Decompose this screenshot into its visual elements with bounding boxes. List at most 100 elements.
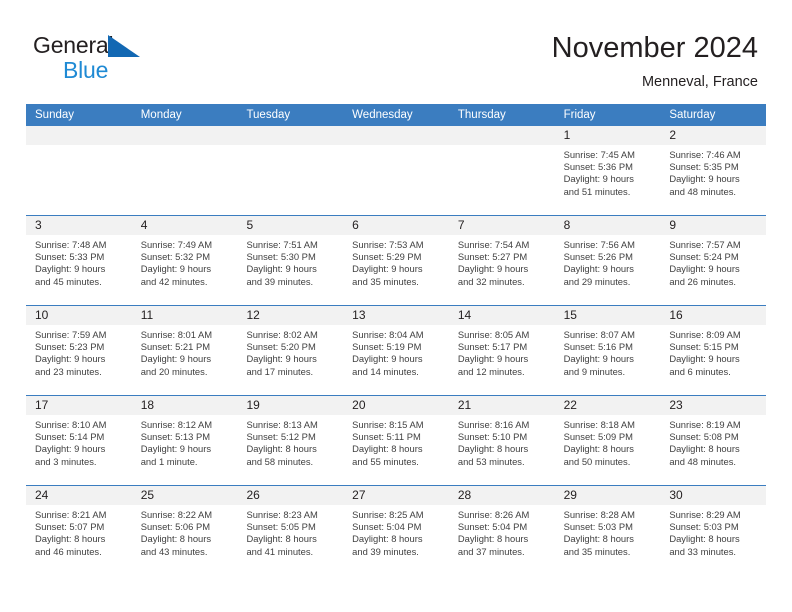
daylight-text-line2: and 53 minutes.: [457, 455, 525, 467]
daylight-text-line1: Daylight: 9 hours: [457, 353, 529, 365]
calendar-day-cell[interactable]: 12 Sunrise: 8:02 AM Sunset: 5:20 PM Dayligh…: [237, 306, 344, 395]
calendar-day-cell[interactable]: 16 Sunrise: 8:09 AM Sunset: 5:15 PM Dayligh…: [660, 306, 767, 395]
day-number: 30: [669, 488, 683, 502]
sunset-text: Sunset: 5:04 PM: [352, 521, 422, 533]
calendar-day-cell[interactable]: 3 Sunrise: 7:48 AM Sunset: 5:33 PM Daylight…: [26, 216, 132, 305]
calendar-week-row: 24 Sunrise: 8:21 AM Sunset: 5:07 PM Dayligh…: [26, 486, 767, 576]
day-number-band: 16: [660, 306, 767, 325]
daylight-text-line2: and 43 minutes.: [140, 545, 208, 557]
daylight-text-line1: Daylight: 9 hours: [457, 263, 529, 275]
title-block: November 2024 Menneval, France: [552, 30, 758, 92]
daylight-text-line1: Daylight: 9 hours: [246, 353, 317, 365]
sunset-text: Sunset: 5:15 PM: [669, 341, 739, 353]
calendar-day-cell[interactable]: 4 Sunrise: 7:49 AM Sunset: 5:32 PM Daylight…: [131, 216, 238, 305]
day-number-band: 23: [660, 396, 767, 415]
day-number: 9: [669, 218, 676, 232]
daylight-text-line1: Daylight: 9 hours: [140, 443, 212, 455]
calendar-day-cell[interactable]: 8 Sunrise: 7:56 AM Sunset: 5:26 PM Daylight…: [554, 216, 661, 305]
calendar-day-cell[interactable]: 25 Sunrise: 8:22 AM Sunset: 5:06 PM Dayligh…: [131, 486, 238, 576]
calendar-day-cell[interactable]: 18 Sunrise: 8:12 AM Sunset: 5:13 PM Dayligh…: [131, 396, 238, 485]
calendar-day-cell[interactable]: 17 Sunrise: 8:10 AM Sunset: 5:14 PM Dayligh…: [26, 396, 132, 485]
sunset-text: Sunset: 5:12 PM: [246, 431, 316, 443]
calendar-day-cell[interactable]: 20 Sunrise: 8:15 AM Sunset: 5:11 PM Dayligh…: [343, 396, 449, 485]
day-number-band: 5: [237, 216, 344, 235]
daylight-text-line1: Daylight: 8 hours: [563, 443, 634, 455]
calendar-day-cell[interactable]: 29 Sunrise: 8:28 AM Sunset: 5:03 PM Dayligh…: [554, 486, 661, 576]
day-sun-info: Sunrise: 8:21 AM Sunset: 5:07 PM Daylight:…: [26, 505, 132, 558]
day-number-band: 29: [554, 486, 661, 505]
day-number-band: 11: [131, 306, 238, 325]
sunrise-text: Sunrise: 7:51 AM: [246, 239, 318, 250]
daylight-text-line1: Daylight: 9 hours: [140, 263, 212, 275]
page-header: General Blue November 2024 Menneval, Fra…: [0, 0, 792, 104]
daylight-text-line1: Daylight: 8 hours: [140, 533, 212, 545]
day-number-band: 6: [343, 216, 449, 235]
day-number-band: 28: [448, 486, 555, 505]
sunset-text: Sunset: 5:29 PM: [352, 251, 422, 263]
calendar-day-cell[interactable]: 13 Sunrise: 8:04 AM Sunset: 5:19 PM Dayligh…: [343, 306, 449, 395]
day-sun-info: Sunrise: 8:22 AM Sunset: 5:06 PM Daylight:…: [132, 505, 238, 558]
sunrise-text: Sunrise: 7:53 AM: [352, 239, 424, 250]
sunrise-text: Sunrise: 7:49 AM: [140, 239, 213, 250]
calendar-day-cell[interactable]: 6 Sunrise: 7:53 AM Sunset: 5:29 PM Daylight…: [343, 216, 449, 305]
day-sun-info: Sunrise: 8:26 AM Sunset: 5:04 PM Daylight:…: [449, 505, 555, 558]
daylight-text-line1: Daylight: 9 hours: [352, 263, 423, 275]
daylight-text-line2: and 50 minutes.: [563, 455, 631, 467]
day-number-band: 19: [237, 396, 344, 415]
day-number-band: 2: [660, 126, 767, 145]
calendar-day-cell[interactable]: 30 Sunrise: 8:29 AM Sunset: 5:03 PM Dayligh…: [660, 486, 767, 576]
sunset-text: Sunset: 5:08 PM: [669, 431, 739, 443]
sunrise-text: Sunrise: 8:15 AM: [352, 419, 424, 430]
calendar-day-cell[interactable]: 9 Sunrise: 7:57 AM Sunset: 5:24 PM Daylight…: [660, 216, 767, 305]
weekday-header-saturday: Saturday: [669, 109, 716, 121]
calendar-day-cell[interactable]: 11 Sunrise: 8:01 AM Sunset: 5:21 PM Dayligh…: [131, 306, 238, 395]
calendar-day-cell-empty: [26, 126, 132, 215]
day-number-band: 1: [554, 126, 661, 145]
calendar-day-cell[interactable]: 19 Sunrise: 8:13 AM Sunset: 5:12 PM Dayligh…: [237, 396, 344, 485]
calendar-day-cell-empty: [448, 126, 555, 215]
daylight-text-line2: and 32 minutes.: [457, 275, 525, 287]
day-sun-info: Sunrise: 7:57 AM Sunset: 5:24 PM Daylight:…: [660, 235, 766, 288]
calendar-day-cell[interactable]: 23 Sunrise: 8:19 AM Sunset: 5:08 PM Dayligh…: [660, 396, 767, 485]
daylight-text-line2: and 26 minutes.: [669, 275, 737, 287]
calendar-day-cell[interactable]: 14 Sunrise: 8:05 AM Sunset: 5:17 PM Dayligh…: [448, 306, 555, 395]
calendar-day-cell[interactable]: 22 Sunrise: 8:18 AM Sunset: 5:09 PM Dayligh…: [554, 396, 661, 485]
day-number: 26: [246, 488, 260, 502]
calendar-day-cell[interactable]: 15 Sunrise: 8:07 AM Sunset: 5:16 PM Dayligh…: [554, 306, 661, 395]
day-number-band: [26, 126, 132, 145]
daylight-text-line2: and 58 minutes.: [246, 455, 314, 467]
calendar-page: General Blue November 2024 Menneval, Fra…: [0, 0, 792, 612]
day-number-band: [343, 126, 449, 145]
sunset-text: Sunset: 5:13 PM: [140, 431, 211, 443]
daylight-text-line2: and 48 minutes.: [669, 185, 737, 197]
calendar-day-cell[interactable]: 26 Sunrise: 8:23 AM Sunset: 5:05 PM Dayligh…: [237, 486, 344, 576]
day-number-band: 18: [131, 396, 238, 415]
day-sun-info: Sunrise: 8:10 AM Sunset: 5:14 PM Daylight:…: [26, 415, 132, 468]
sunset-text: Sunset: 5:19 PM: [352, 341, 422, 353]
brand-logo[interactable]: General Blue: [33, 32, 213, 83]
day-sun-info: Sunrise: 8:13 AM Sunset: 5:12 PM Daylight:…: [237, 415, 343, 468]
daylight-text-line1: Daylight: 9 hours: [563, 353, 634, 365]
sunrise-text: Sunrise: 8:22 AM: [140, 509, 213, 520]
calendar-day-cell[interactable]: 5 Sunrise: 7:51 AM Sunset: 5:30 PM Daylight…: [237, 216, 344, 305]
daylight-text-line1: Daylight: 9 hours: [35, 353, 106, 365]
day-sun-info: Sunrise: 7:54 AM Sunset: 5:27 PM Daylight:…: [449, 235, 555, 288]
day-sun-info: Sunrise: 7:45 AM Sunset: 5:36 PM Daylight:…: [555, 145, 661, 198]
calendar-day-cell[interactable]: 1 Sunrise: 7:45 AM Sunset: 5:36 PM Daylight…: [554, 126, 661, 215]
calendar-day-cell[interactable]: 28 Sunrise: 8:26 AM Sunset: 5:04 PM Dayligh…: [448, 486, 555, 576]
sunset-text: Sunset: 5:30 PM: [246, 251, 316, 263]
day-number-band: 14: [448, 306, 555, 325]
day-number: 23: [669, 398, 683, 412]
calendar-day-cell[interactable]: 24 Sunrise: 8:21 AM Sunset: 5:07 PM Dayligh…: [26, 486, 132, 576]
day-sun-info: Sunrise: 7:48 AM Sunset: 5:33 PM Daylight:…: [26, 235, 132, 288]
calendar-day-cell[interactable]: 7 Sunrise: 7:54 AM Sunset: 5:27 PM Daylight…: [448, 216, 555, 305]
calendar-day-cell[interactable]: 21 Sunrise: 8:16 AM Sunset: 5:10 PM Dayligh…: [448, 396, 555, 485]
day-sun-info: Sunrise: 8:16 AM Sunset: 5:10 PM Daylight:…: [449, 415, 555, 468]
daylight-text-line1: Daylight: 9 hours: [352, 353, 423, 365]
daylight-text-line2: and 46 minutes.: [35, 545, 102, 557]
daylight-text-line1: Daylight: 8 hours: [352, 533, 423, 545]
calendar-day-cell[interactable]: 27 Sunrise: 8:25 AM Sunset: 5:04 PM Dayligh…: [343, 486, 449, 576]
calendar-day-cell[interactable]: 2 Sunrise: 7:46 AM Sunset: 5:35 PM Daylight…: [660, 126, 767, 215]
weekday-header-row: Sunday Monday Tuesday Wednesday Thursday Frid…: [26, 104, 766, 126]
calendar-day-cell[interactable]: 10 Sunrise: 7:59 AM Sunset: 5:23 PM Dayligh…: [26, 306, 132, 395]
